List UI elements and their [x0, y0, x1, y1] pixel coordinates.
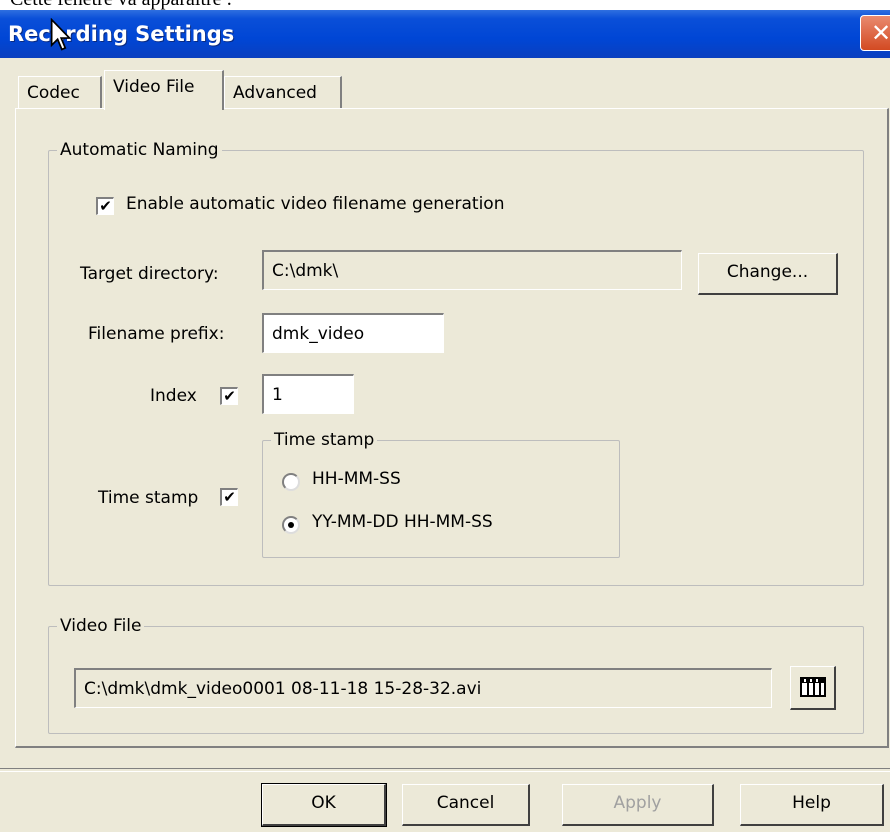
cancel-button[interactable]: Cancel	[402, 784, 530, 826]
radio-hh-mm-ss[interactable]	[282, 473, 300, 491]
help-button[interactable]: Help	[740, 784, 884, 826]
target-directory-label: Target directory:	[80, 264, 219, 284]
apply-button[interactable]: Apply	[562, 784, 714, 826]
video-file-path-field[interactable]: C:\dmk\dmk_video0001 08-11-18 15-28-32.a…	[74, 668, 772, 708]
time-stamp-checkbox[interactable]: ✔	[220, 488, 238, 506]
mouse-pointer-icon	[50, 18, 72, 51]
tab-codec[interactable]: Codec	[18, 76, 102, 110]
filename-prefix-label: Filename prefix:	[88, 324, 225, 344]
radio-selected-dot	[288, 522, 294, 528]
target-directory-field[interactable]: C:\dmk\	[262, 250, 682, 290]
tab-video-file[interactable]: Video File	[104, 70, 224, 110]
radio-yy-mm-dd-hh-mm-ss[interactable]	[282, 516, 300, 534]
time-stamp-group-legend: Time stamp	[274, 430, 375, 450]
index-checkbox[interactable]: ✔	[220, 387, 238, 405]
tab-codec-label: Codec	[27, 83, 80, 103]
change-button[interactable]: Change...	[698, 253, 838, 295]
film-strip-icon	[799, 677, 826, 697]
enable-auto-naming-label[interactable]: Enable automatic video filename generati…	[126, 194, 504, 214]
automatic-naming-legend: Automatic Naming	[60, 140, 219, 160]
window-title: Recording Settings	[8, 22, 235, 46]
ok-button[interactable]: OK	[261, 783, 387, 827]
filename-prefix-input[interactable]: dmk_video	[262, 313, 444, 353]
index-input[interactable]: 1	[262, 374, 354, 414]
tab-video-file-label: Video File	[113, 77, 195, 97]
video-file-legend: Video File	[60, 616, 142, 636]
browse-video-button[interactable]	[790, 666, 836, 710]
radio-hh-mm-ss-label[interactable]: HH-MM-SS	[312, 469, 401, 489]
time-stamp-label: Time stamp	[98, 488, 199, 508]
index-label: Index	[150, 386, 197, 406]
tab-advanced-label: Advanced	[233, 83, 317, 103]
tab-advanced[interactable]: Advanced	[224, 76, 342, 110]
enable-auto-naming-checkbox[interactable]: ✔	[96, 197, 114, 215]
radio-yy-mm-dd-hh-mm-ss-label[interactable]: YY-MM-DD HH-MM-SS	[312, 512, 493, 532]
button-separator	[0, 768, 890, 772]
close-icon[interactable]: ✕	[860, 15, 890, 51]
time-stamp-group: Time stamp	[262, 430, 620, 558]
